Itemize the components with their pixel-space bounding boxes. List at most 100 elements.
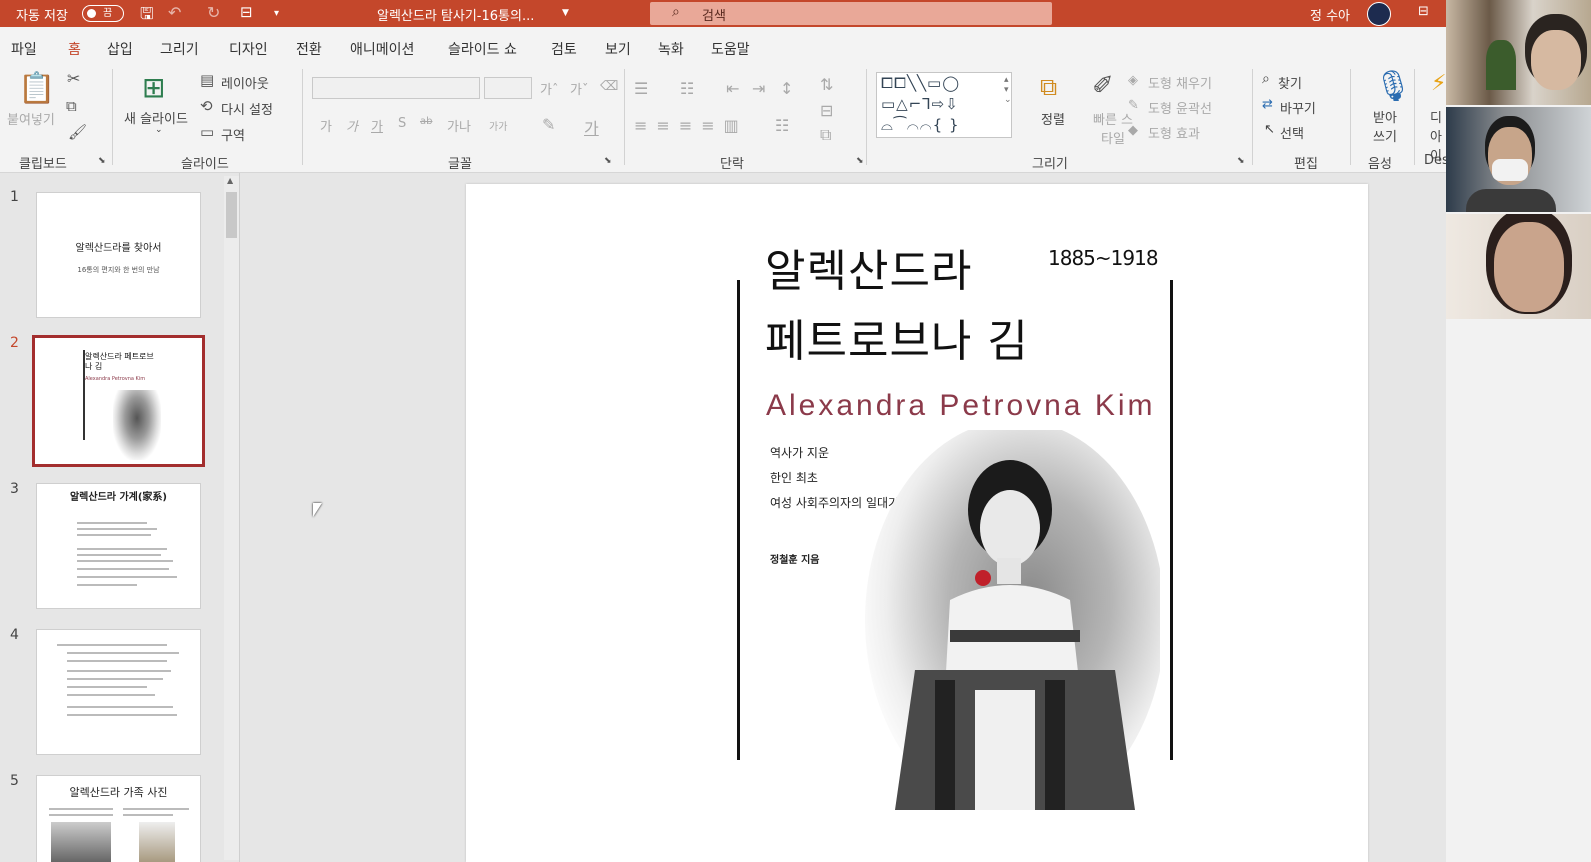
scroll-up-icon[interactable]: ▲ bbox=[227, 176, 233, 185]
quick-styles-button[interactable]: 빠른 스타일 bbox=[1093, 109, 1133, 147]
italic-button[interactable]: 가 bbox=[346, 116, 358, 135]
smartart-icon[interactable]: ⧉ bbox=[820, 125, 831, 145]
slide-thumbnail-1[interactable]: 알렉산드라를 찾아서 16통의 편지와 한 번의 만남 bbox=[36, 192, 201, 318]
text-direction-icon[interactable]: ⇅ bbox=[820, 75, 833, 94]
grow-font-icon[interactable]: 가ˆ bbox=[540, 79, 558, 98]
slide-thumbnail-4[interactable] bbox=[36, 629, 201, 755]
columns-icon[interactable]: ☷ bbox=[775, 116, 789, 135]
slide-thumbnail-2[interactable]: 알렉산드라 페트로브나 김 Alexandra Petrovna Kim bbox=[32, 335, 205, 467]
autosave-toggle[interactable]: 끔 bbox=[82, 5, 124, 22]
font-launcher-icon[interactable]: ⬊ bbox=[604, 156, 612, 166]
slide-thumbnail-3[interactable]: 알렉산드라 가계(家系) bbox=[36, 483, 201, 609]
shape-fill-icon[interactable]: ◈ bbox=[1128, 73, 1138, 88]
numbering-icon[interactable]: ☷ bbox=[680, 79, 694, 98]
reset-button[interactable]: 다시 설정 bbox=[221, 99, 273, 118]
tab-review[interactable]: 검토 bbox=[551, 39, 577, 59]
replace-icon[interactable]: ⇄ bbox=[1262, 97, 1273, 112]
paste-button[interactable]: 붙여넣기 bbox=[7, 109, 55, 128]
reset-icon[interactable]: ⟲ bbox=[200, 97, 213, 115]
save-icon[interactable]: 🖫 bbox=[140, 3, 154, 30]
designer-icon[interactable]: ⚡ bbox=[1431, 71, 1446, 96]
strikethrough-button[interactable]: ab bbox=[420, 116, 432, 127]
change-case-button[interactable]: 가가 bbox=[489, 118, 507, 133]
tab-view[interactable]: 보기 bbox=[605, 39, 631, 59]
video-tile-2[interactable] bbox=[1446, 107, 1591, 212]
tab-file[interactable]: 파일 bbox=[11, 39, 37, 59]
video-tile-1[interactable] bbox=[1446, 0, 1591, 105]
tab-draw[interactable]: 그리기 bbox=[160, 39, 199, 59]
bold-button[interactable]: 가 bbox=[320, 116, 332, 135]
decrease-indent-icon[interactable]: ⇤ bbox=[726, 79, 739, 98]
select-button[interactable]: 선택 bbox=[1280, 123, 1304, 142]
shadow-button[interactable]: S bbox=[398, 116, 406, 131]
thumb-title: 알렉산드라 가족 사진 bbox=[69, 786, 168, 799]
quick-styles-icon[interactable]: ✐ bbox=[1092, 71, 1114, 101]
divider bbox=[302, 69, 303, 165]
shrink-font-icon[interactable]: 가ˇ bbox=[570, 79, 588, 98]
avatar[interactable] bbox=[1367, 2, 1391, 26]
arrange-button[interactable]: 정렬 bbox=[1041, 109, 1065, 128]
tab-slideshow[interactable]: 슬라이드 쇼 bbox=[448, 39, 517, 59]
format-painter-icon[interactable]: 🖌 bbox=[68, 123, 87, 141]
section-icon[interactable]: ▭ bbox=[200, 123, 214, 141]
shape-effects-icon[interactable]: ◆ bbox=[1128, 123, 1138, 138]
scrollbar-thumb[interactable] bbox=[226, 192, 237, 238]
customize-qat-icon[interactable]: ▾ bbox=[274, 8, 279, 19]
tab-transitions[interactable]: 전환 bbox=[296, 39, 322, 59]
thumb-text-line bbox=[77, 568, 169, 570]
tab-animations[interactable]: 애니메이션 bbox=[350, 39, 414, 59]
clear-format-icon[interactable]: ⌫ bbox=[600, 79, 618, 94]
find-icon[interactable]: ⌕ bbox=[1262, 71, 1270, 87]
undo-icon[interactable]: ↶ bbox=[168, 3, 181, 22]
shape-fill-button[interactable]: 도형 채우기 bbox=[1148, 73, 1212, 92]
search-box[interactable]: ⌕ 검색 bbox=[650, 2, 1052, 25]
slide-thumbnail-5[interactable]: 알렉산드라 가족 사진 bbox=[36, 775, 201, 862]
shape-outline-button[interactable]: 도형 윤곽선 bbox=[1148, 98, 1212, 117]
drawing-launcher-icon[interactable]: ⬊ bbox=[1237, 156, 1245, 166]
redo-icon[interactable]: ↻ bbox=[207, 3, 220, 22]
shape-effects-button[interactable]: 도형 효과 bbox=[1148, 123, 1200, 142]
char-spacing-button[interactable]: 가나 bbox=[447, 116, 471, 135]
paste-icon[interactable]: 📋 bbox=[18, 71, 55, 106]
bullets-icon[interactable]: ☰ bbox=[634, 79, 648, 98]
present-icon[interactable]: ⊟ bbox=[240, 3, 253, 21]
tab-record[interactable]: 녹화 bbox=[658, 39, 684, 59]
video-tile-3[interactable] bbox=[1446, 214, 1591, 319]
align-text-icon[interactable]: ⊟ bbox=[820, 101, 833, 120]
highlight-icon[interactable]: ✎ bbox=[542, 115, 555, 134]
new-slide-dropdown-icon[interactable]: ⌄ bbox=[155, 125, 163, 135]
copy-icon[interactable]: ⧉ bbox=[66, 97, 77, 115]
section-button[interactable]: 구역 bbox=[221, 125, 245, 144]
find-button[interactable]: 찾기 bbox=[1278, 73, 1302, 92]
microphone-icon[interactable]: 🎙 bbox=[1374, 69, 1412, 104]
shapes-gallery[interactable]: ⧠⧠╲╲▭◯ ▭△⌐⅂⇨⇩ ⌓⁀⌒⌒{ } bbox=[876, 72, 1012, 138]
arrange-icon[interactable]: ⧉ bbox=[1040, 73, 1057, 101]
dictate-button[interactable]: 받아 쓰기 bbox=[1368, 107, 1402, 145]
tab-insert[interactable]: 삽입 bbox=[107, 39, 133, 59]
paragraph-launcher-icon[interactable]: ⬊ bbox=[856, 156, 864, 166]
font-color-icon[interactable]: 가 bbox=[584, 115, 599, 139]
layout-button[interactable]: 레이아웃 bbox=[221, 73, 269, 92]
new-slide-icon[interactable]: ⊞ bbox=[142, 71, 165, 104]
alignment-icons[interactable]: ≡≡≡≡▥ bbox=[634, 116, 748, 135]
thumbnail-scrollbar[interactable]: ▲ bbox=[224, 176, 239, 860]
select-icon[interactable]: ↖ bbox=[1264, 122, 1275, 137]
clipboard-launcher-icon[interactable]: ⬊ bbox=[98, 156, 106, 166]
user-name[interactable]: 정 수아 bbox=[1310, 5, 1350, 24]
increase-indent-icon[interactable]: ⇥ bbox=[752, 79, 765, 98]
ribbon-display-icon[interactable]: ⊟ bbox=[1418, 4, 1429, 19]
title-dropdown-icon[interactable]: ▼ bbox=[562, 8, 569, 18]
layout-icon[interactable]: ▤ bbox=[200, 71, 214, 89]
underline-button[interactable]: 가 bbox=[371, 116, 383, 135]
thumb-text-line bbox=[77, 554, 161, 556]
font-size-select[interactable] bbox=[484, 77, 532, 99]
cut-icon[interactable]: ✂ bbox=[67, 69, 80, 88]
tab-help[interactable]: 도움말 bbox=[711, 39, 750, 59]
font-family-select[interactable] bbox=[312, 77, 480, 99]
replace-button[interactable]: 바꾸기 bbox=[1280, 98, 1316, 117]
shape-outline-icon[interactable]: ✎ bbox=[1128, 98, 1139, 113]
tab-design[interactable]: 디자인 bbox=[229, 39, 268, 59]
shapes-scroll-icon[interactable]: ▴ ▾ ⌄ bbox=[1004, 75, 1012, 105]
document-title[interactable]: 알렉산드라 탐사기-16통의... bbox=[377, 5, 534, 24]
line-spacing-icon[interactable]: ↕ bbox=[780, 79, 793, 98]
